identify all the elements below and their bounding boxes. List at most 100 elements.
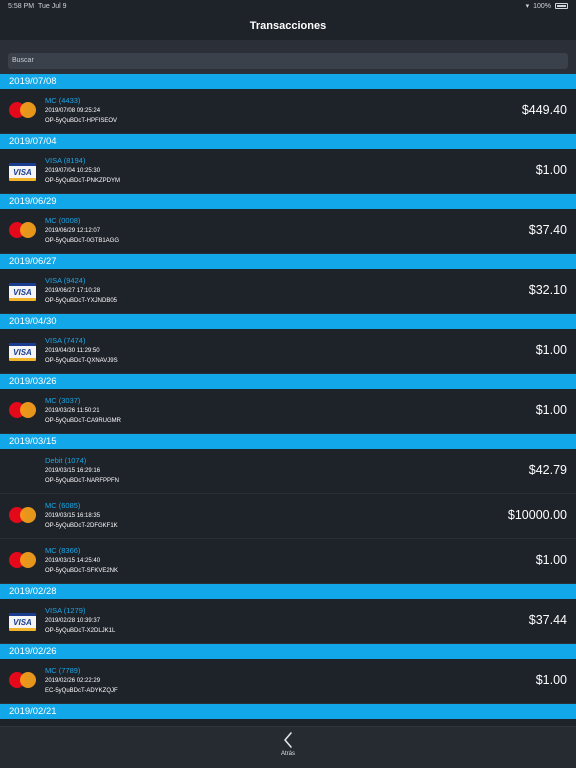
- transaction-amount: $10000.00: [507, 508, 567, 522]
- transaction-list[interactable]: 2019/07/08 MC (4433) 2019/07/08 09:25:24 OP…: [0, 74, 576, 726]
- transaction-reference: OP-5yQuBDcT-X2DLJK1L: [45, 628, 116, 634]
- transaction-reference: OP-5yQuBDcT-CA9RUGMR: [45, 418, 122, 424]
- status-time: 5:58 PM: [8, 2, 35, 10]
- bottom-toolbar: Atrás: [0, 726, 576, 768]
- status-left: 5:58 PM Tue Jul 9: [8, 3, 67, 10]
- transaction-datetime: 2019/07/08 09:25:24: [45, 108, 101, 114]
- transaction-row[interactable]: MC (8366) 2019/03/15 14:25:40 OP-5yQuBDcT-…: [0, 539, 576, 584]
- transaction-details: VISA (1279) 2019/02/28 10:39:37 OP-5yQuBDc…: [45, 606, 115, 636]
- transaction-amount: $37.40: [528, 223, 567, 237]
- transaction-datetime: 2019/03/15 16:29:16: [45, 468, 101, 474]
- visa-icon: VISA: [9, 163, 36, 181]
- visa-icon: VISA: [9, 343, 36, 361]
- transaction-reference: OP-5yQuBDcT-2DFGKF1K: [45, 523, 118, 529]
- status-right: ▾ 100%: [526, 2, 568, 10]
- transaction-reference: OP-5yQuBDcT-PNKZPDYM: [45, 178, 121, 184]
- search-input[interactable]: [8, 52, 568, 69]
- search-bar: [0, 40, 576, 74]
- transaction-datetime: 2019/02/26 02:22:29: [45, 678, 101, 684]
- mastercard-icon: [9, 101, 37, 119]
- transaction-reference: OP-5yQuBDcT-0GTB1AGG: [45, 238, 120, 244]
- transaction-amount: $32.10: [528, 283, 567, 297]
- nav-bar: Transacciones: [0, 12, 576, 40]
- transaction-details: Debit (1074) 2019/03/15 16:29:16 OP-5yQuBD…: [45, 456, 119, 486]
- date-header: 2019/07/04: [0, 134, 576, 149]
- transaction-row[interactable]: Debit (1074) 2019/03/15 16:29:16 OP-5yQuBD…: [0, 449, 576, 494]
- transaction-details: VISA (9424) 2019/06/27 17:10:28 OP-5yQuBDc…: [45, 276, 117, 306]
- date-header: 2019/07/08: [0, 74, 576, 89]
- transaction-row[interactable]: VISA VISA (8194) 2019/07/04 10:25:30 OP-5yQ…: [0, 149, 576, 194]
- card-name: MC (3037): [45, 396, 81, 405]
- battery-icon: [555, 3, 568, 9]
- transaction-datetime: 2019/02/28 10:39:37: [45, 618, 101, 624]
- card-name: VISA (7474): [45, 336, 86, 345]
- card-name: MC (0008): [45, 216, 81, 225]
- transaction-row[interactable]: VISA VISA (7474) 2019/04/30 11:29:50 OP-5yQ…: [0, 329, 576, 374]
- transaction-reference: OP-5yQuBDcT-SFKVE2NK: [45, 568, 119, 574]
- status-date: Tue Jul 9: [37, 2, 67, 10]
- date-header: 2019/04/30: [0, 314, 576, 329]
- transaction-amount: $1.00: [535, 163, 567, 177]
- transaction-row[interactable]: MC (7789) 2019/02/26 02:22:29 EC-5yQuBDcT-…: [0, 659, 576, 704]
- card-name: VISA (1279): [45, 606, 86, 615]
- transaction-details: MC (3037) 2019/03/26 11:50:21 OP-5yQuBDcT-…: [45, 396, 121, 426]
- card-name: MC (7789): [45, 666, 81, 675]
- transaction-reference: OP-5yQuBDcT-YXJNDB05: [45, 298, 118, 304]
- back-button[interactable]: Atrás: [268, 731, 308, 767]
- transaction-amount: $1.00: [535, 403, 567, 417]
- date-header: 2019/06/29: [0, 194, 576, 209]
- mastercard-icon: [9, 401, 37, 419]
- status-bar: 5:58 PM Tue Jul 9 ▾ 100%: [0, 0, 576, 12]
- transaction-details: MC (8366) 2019/03/15 14:25:40 OP-5yQuBDcT-…: [45, 546, 118, 576]
- mastercard-icon: [9, 221, 37, 239]
- transaction-datetime: 2019/06/29 12:12:07: [45, 228, 101, 234]
- transaction-reference: EC-5yQuBDcT-ADYKZQJF: [45, 688, 118, 694]
- visa-icon: VISA: [9, 283, 36, 301]
- card-name: Debit (1074): [45, 456, 87, 465]
- transaction-amount: $1.00: [535, 553, 567, 567]
- card-name: VISA (9424): [45, 276, 86, 285]
- transaction-amount: $1.00: [535, 673, 567, 687]
- date-header: 2019/02/28: [0, 584, 576, 599]
- transaction-details: MC (4433) 2019/07/08 09:25:24 OP-5yQuBDcT-…: [45, 96, 117, 126]
- transaction-details: MC (7789) 2019/02/26 02:22:29 EC-5yQuBDcT-…: [45, 666, 118, 696]
- transaction-row[interactable]: MC (4433) 2019/07/08 09:25:24 OP-5yQuBDcT-…: [0, 89, 576, 134]
- transaction-row[interactable]: MC (6085) 2019/03/15 16:18:35 OP-5yQuBDcT-…: [0, 494, 576, 539]
- transaction-reference: OP-5yQuBDcT-QXNAVJ9S: [45, 358, 118, 364]
- mastercard-icon: [9, 551, 37, 569]
- transaction-details: MC (6085) 2019/03/15 16:18:35 OP-5yQuBDcT-…: [45, 501, 118, 531]
- visa-icon: VISA: [9, 613, 36, 631]
- card-name: MC (6085): [45, 501, 81, 510]
- transaction-datetime: 2019/07/04 10:25:30: [45, 168, 101, 174]
- date-header: 2019/06/27: [0, 254, 576, 269]
- date-header: 2019/02/21: [0, 704, 576, 719]
- page-title: Transacciones: [249, 20, 327, 32]
- back-label: Atrás: [280, 751, 295, 757]
- card-name: MC (8366): [45, 546, 81, 555]
- transaction-row[interactable]: VISA VISA (9424) 2019/06/27 17:10:28 OP-5yQ…: [0, 269, 576, 314]
- battery-percent: 100%: [533, 2, 551, 10]
- wifi-icon: ▾: [525, 3, 530, 10]
- date-header: 2019/03/15: [0, 434, 576, 449]
- date-header: 2019/02/26: [0, 644, 576, 659]
- transaction-row[interactable]: MC (0008) 2019/06/29 12:12:07 OP-5yQuBDcT-…: [0, 209, 576, 254]
- transaction-row[interactable]: VISA VISA (1279) 2019/02/28 10:39:37 OP-5yQ…: [0, 599, 576, 644]
- transaction-details: VISA (8194) 2019/07/04 10:25:30 OP-5yQuBDc…: [45, 156, 120, 186]
- transaction-details: MC (0008) 2019/06/29 12:12:07 OP-5yQuBDcT-…: [45, 216, 119, 246]
- transaction-datetime: 2019/03/15 14:25:40: [45, 558, 101, 564]
- transaction-amount: $449.40: [521, 103, 567, 117]
- transaction-amount: $37.44: [528, 613, 567, 627]
- transaction-datetime: 2019/03/26 11:50:21: [45, 408, 100, 414]
- chevron-left-icon: [284, 732, 292, 748]
- transaction-reference: OP-5yQuBDcT-HPFISEOV: [45, 118, 118, 124]
- transaction-row[interactable]: MC (3037) 2019/03/26 11:50:21 OP-5yQuBDcT-…: [0, 389, 576, 434]
- transaction-datetime: 2019/03/15 16:18:35: [45, 513, 101, 519]
- mastercard-icon: [9, 506, 37, 524]
- transaction-amount: $42.79: [528, 463, 567, 477]
- transaction-amount: $1.00: [535, 343, 567, 357]
- date-header: 2019/03/26: [0, 374, 576, 389]
- transaction-datetime: 2019/06/27 17:10:28: [45, 288, 101, 294]
- transaction-details: VISA (7474) 2019/04/30 11:29:50 OP-5yQuBDc…: [45, 336, 118, 366]
- card-name: MC (4433): [45, 96, 81, 105]
- transaction-datetime: 2019/04/30 11:29:50: [45, 348, 100, 354]
